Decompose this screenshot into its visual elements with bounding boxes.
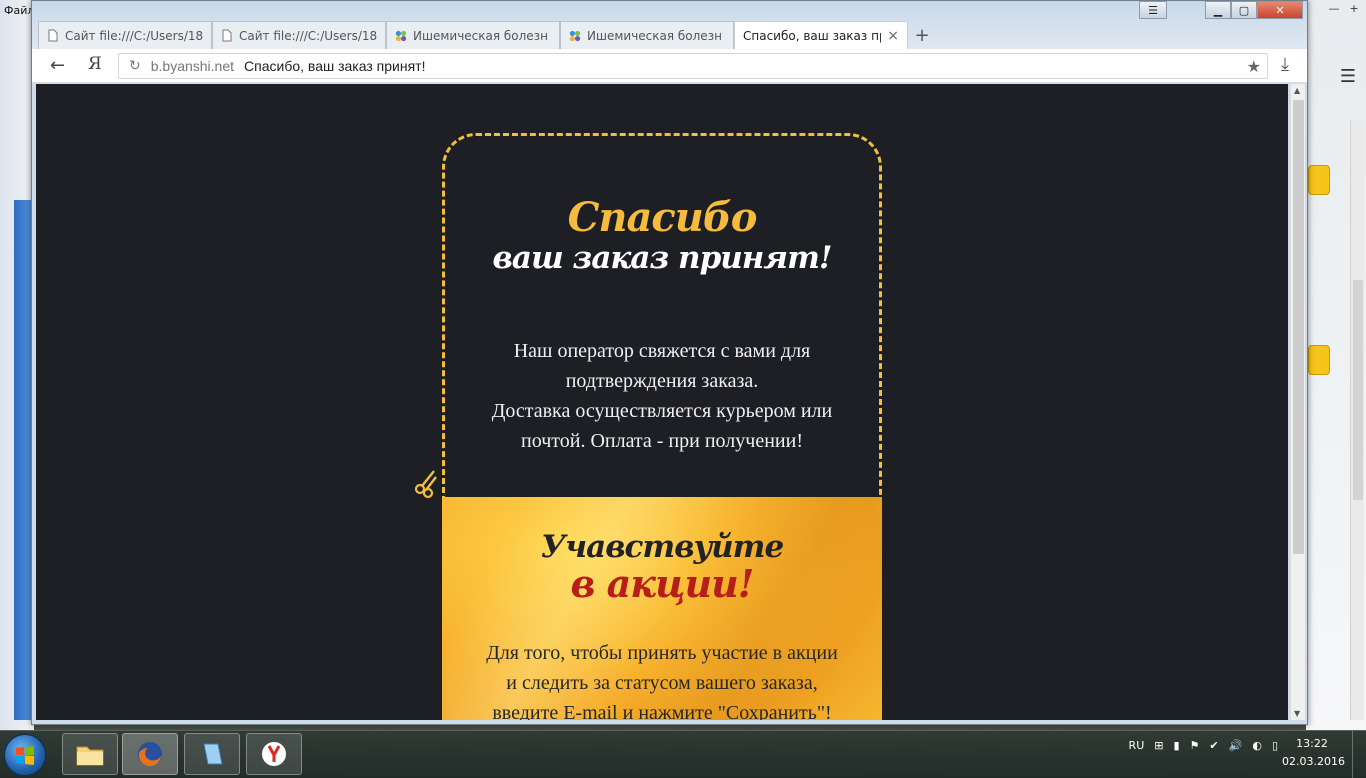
message-line: подтверждения заказа. [565, 370, 759, 392]
taskbar-firefox-button[interactable] [122, 733, 178, 775]
message-line: Наш оператор свяжется с вами для [513, 340, 811, 362]
tab-2[interactable]: Сайт file:///C:/Users/18 [212, 21, 386, 49]
title-bar: Сайт file:///C:/Users/18 Сайт file:///C:… [32, 1, 1307, 49]
reload-icon[interactable]: ↻ [129, 58, 141, 74]
bookmark-star-icon[interactable]: ★ [1247, 57, 1261, 76]
promo-message: Для того, чтобы принять участие в акции … [456, 638, 868, 720]
yandex-logo-button[interactable]: Я [88, 54, 102, 74]
maximize-icon: + [1349, 2, 1359, 15]
security-icon[interactable]: ✔ [1209, 739, 1218, 752]
message-line: Доставка осуществляется курьером или [491, 400, 833, 422]
address-domain: b.byanshi.net [150, 58, 235, 74]
tab-label: Ишемическая болезн [413, 28, 548, 43]
address-page-title: Спасибо, ваш заказ принят! [244, 58, 426, 74]
clock-time: 13:22 [1296, 737, 1328, 750]
new-tab-button[interactable]: + [908, 21, 936, 49]
scroll-thumb[interactable] [1293, 100, 1304, 554]
minimize-button[interactable]: ▁ [1205, 1, 1231, 19]
page-viewport: Спасибо ваш заказ принят! Наш оператор с… [36, 84, 1288, 720]
scissors-icon [414, 470, 437, 499]
background-scrollbar [1350, 120, 1364, 720]
close-tab-icon[interactable]: × [887, 28, 899, 44]
firefox-icon [138, 742, 162, 767]
tab-1[interactable]: Сайт file:///C:/Users/18 [38, 21, 212, 49]
promo-line: введите E-mail и нажмите "Сохранить"! [492, 702, 832, 720]
language-indicator[interactable]: RU [1129, 739, 1145, 752]
promo-line: Для того, чтобы принять участие в акции [486, 642, 838, 664]
window-controls: ☰ ▁ ▢ ✕ [1139, 1, 1303, 19]
system-tray: RU ⊞ ▮ ⚑ ✔ 🔊 ◐ ▯ [1129, 739, 1278, 752]
taskbar-explorer-button[interactable] [62, 733, 118, 775]
background-window-left: Файл [0, 0, 34, 730]
folder-icon [76, 746, 104, 766]
network-signal-icon[interactable]: ▮ [1173, 739, 1179, 752]
heading-thanks: Спасибо [567, 194, 758, 241]
navigation-toolbar: ← Я ↻ b.byanshi.net Спасибо, ваш заказ п… [32, 49, 1307, 83]
tab-label: Спасибо, ваш заказ пр [743, 28, 882, 43]
back-button[interactable]: ← [50, 55, 65, 76]
page-icon [47, 29, 59, 43]
background-note-icon [1308, 165, 1330, 195]
promo-section: Учавствуйте в акции! Для того, чтобы при… [442, 497, 882, 720]
background-window-right: — + ☰ [1306, 0, 1366, 730]
background-menu-fragment: Файл [4, 4, 35, 17]
clock[interactable]: 13:22 02.03.2016 [1282, 735, 1345, 771]
background-note-icon [1308, 345, 1330, 375]
tab-3[interactable]: Ишемическая болезн [386, 21, 560, 49]
promo-line: и следить за статусом вашего заказа, [506, 672, 818, 694]
action-center-flag-icon[interactable]: ⚑ [1190, 739, 1200, 752]
scroll-up-icon[interactable]: ▲ [1294, 86, 1300, 95]
background-window-controls: — + [1326, 2, 1362, 16]
taskbar: RU ⊞ ▮ ⚑ ✔ 🔊 ◐ ▯ 13:22 02.03.2016 [0, 730, 1366, 778]
notepad-icon [203, 743, 223, 765]
yandex-browser-icon [262, 742, 286, 766]
browser-window: Сайт file:///C:/Users/18 Сайт file:///C:… [31, 0, 1308, 725]
volume-icon[interactable]: 🔊 [1229, 739, 1243, 752]
start-button[interactable] [4, 734, 46, 776]
maximize-button[interactable]: ▢ [1231, 1, 1257, 19]
operator-message: Наш оператор свяжется с вами для подтвер… [456, 336, 868, 456]
tab-4[interactable]: Ишемическая болезн [560, 21, 734, 49]
tab-label: Ишемическая болезн [587, 28, 722, 43]
download-icon[interactable]: ⤓ [1281, 54, 1289, 75]
hamburger-menu-icon[interactable]: ☰ [1340, 66, 1356, 87]
battery-icon[interactable]: ▯ [1272, 739, 1278, 752]
tab-strip: Сайт file:///C:/Users/18 Сайт file:///C:… [38, 21, 936, 49]
taskbar-yandex-button[interactable] [246, 733, 302, 775]
page-icon [221, 29, 233, 43]
windows-logo-icon [16, 746, 34, 765]
heading-order-accepted: ваш заказ принят! [492, 240, 833, 276]
minimize-icon: — [1328, 2, 1340, 15]
close-window-button[interactable]: ✕ [1257, 1, 1303, 19]
promo-heading-action: в акции! [570, 561, 755, 606]
browser-menu-button[interactable]: ☰ [1139, 1, 1167, 19]
page-scrollbar[interactable]: ▲ ▼ [1290, 84, 1305, 720]
windows-flag-icon[interactable]: ⊞ [1154, 739, 1163, 752]
site-favicon-icon [395, 29, 407, 43]
scroll-down-icon[interactable]: ▼ [1294, 709, 1300, 718]
site-favicon-icon [569, 29, 581, 43]
yandex-tray-icon[interactable]: ◐ [1252, 739, 1262, 752]
address-bar[interactable]: ↻ b.byanshi.net Спасибо, ваш заказ приня… [118, 53, 1268, 79]
message-line: почтой. Оплата - при получении! [521, 430, 803, 452]
clock-date: 02.03.2016 [1282, 755, 1345, 768]
tab-active[interactable]: Спасибо, ваш заказ пр × [734, 21, 908, 49]
tab-label: Сайт file:///C:/Users/18 [239, 28, 377, 43]
taskbar-notepad-button[interactable] [184, 733, 240, 775]
show-desktop-button[interactable] [1352, 731, 1366, 778]
tab-label: Сайт file:///C:/Users/18 [65, 28, 203, 43]
promo-heading-participate: Учавствуйте [540, 529, 784, 565]
